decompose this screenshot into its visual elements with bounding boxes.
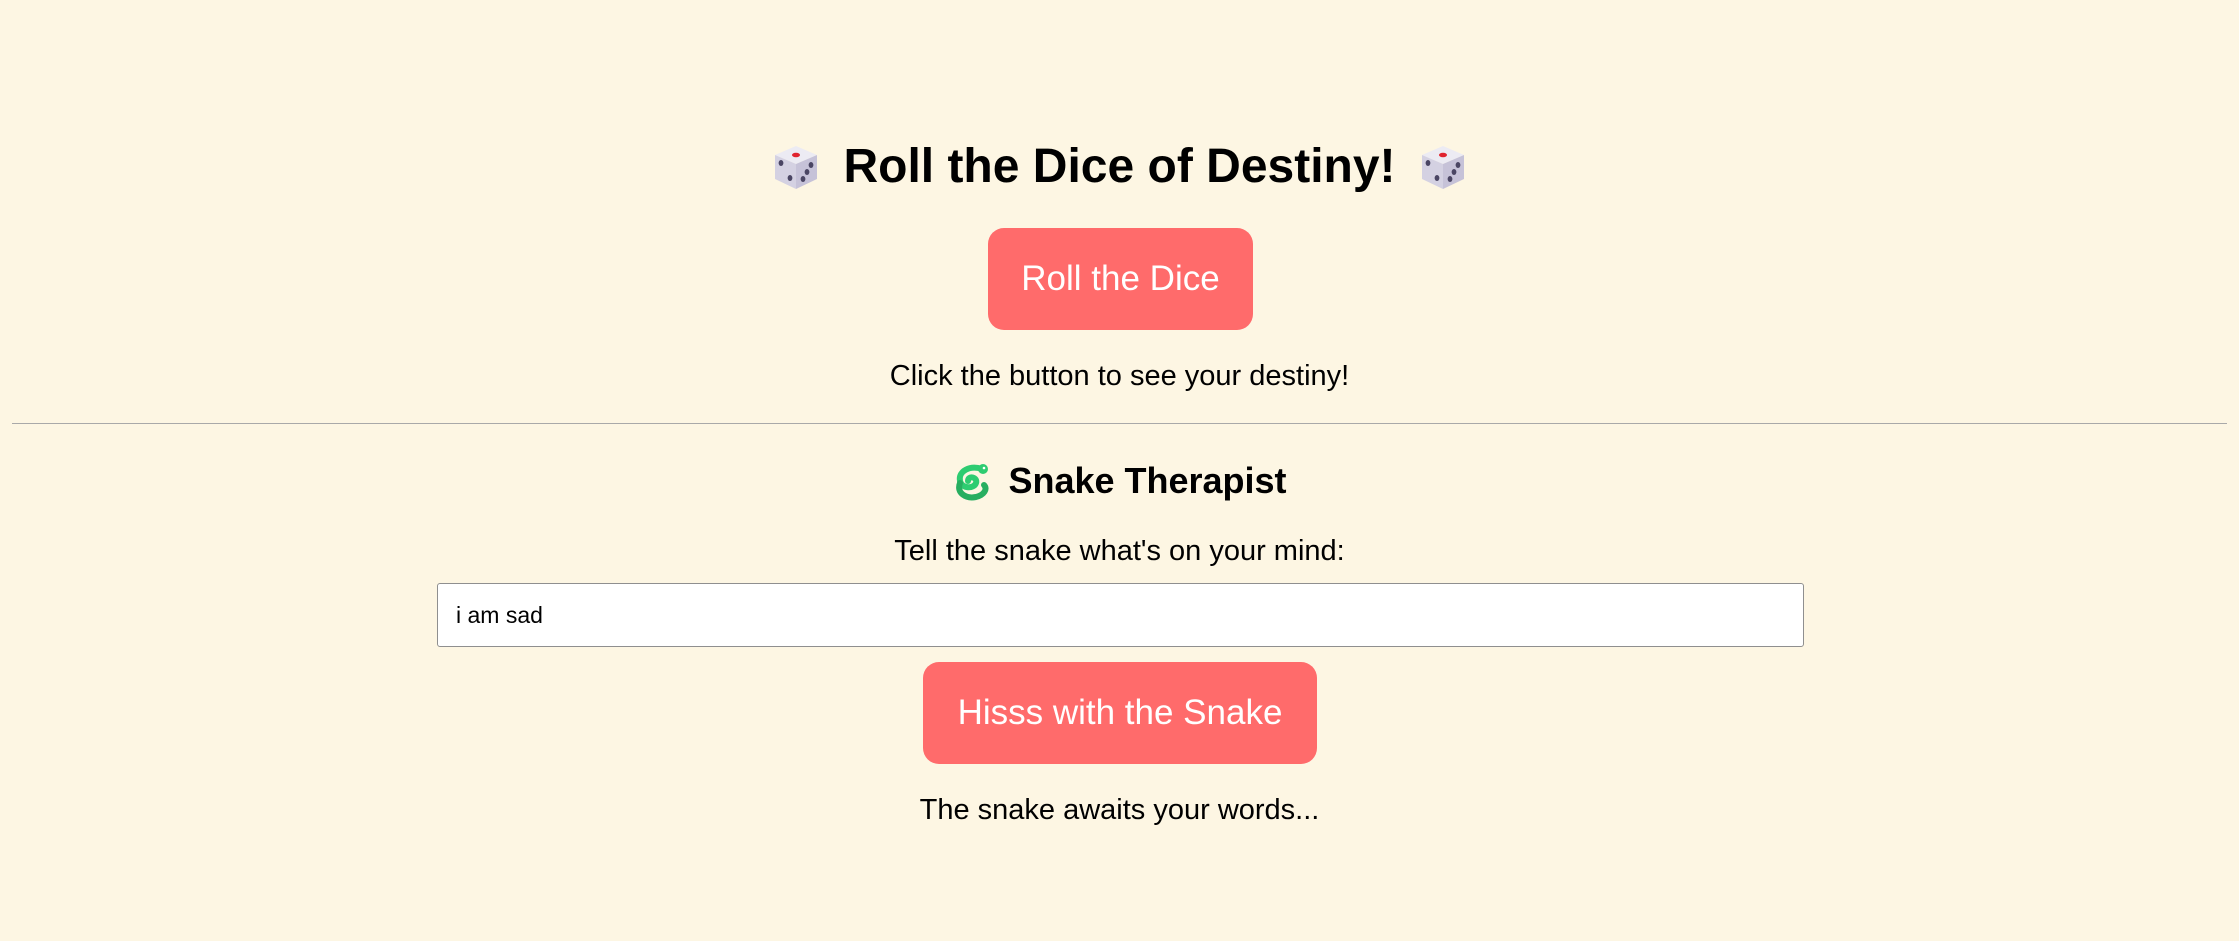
roll-dice-button[interactable]: Roll the Dice [988,228,1253,330]
die-icon [775,146,818,189]
snake-icon [956,464,989,501]
snake-message-input[interactable] [437,583,1804,647]
page: Roll the Dice of Destiny! Roll the Dice … [0,0,2239,941]
snake-reply-text: The snake awaits your words... [919,794,1320,826]
die-icon [1421,146,1464,189]
dice-heading: Roll the Dice of Destiny! [0,137,2239,197]
snake-prompt-label: Tell the snake what's on your mind: [894,535,1345,567]
dice-result-text: Click the button to see your destiny! [889,360,1350,392]
dice-title-text: Roll the Dice of Destiny! [843,140,1396,193]
hiss-button[interactable]: Hisss with the Snake [923,662,1317,764]
section-divider [12,423,2227,424]
snake-title-text: Snake Therapist [1008,460,1287,501]
snake-heading: Snake Therapist [0,456,2239,506]
